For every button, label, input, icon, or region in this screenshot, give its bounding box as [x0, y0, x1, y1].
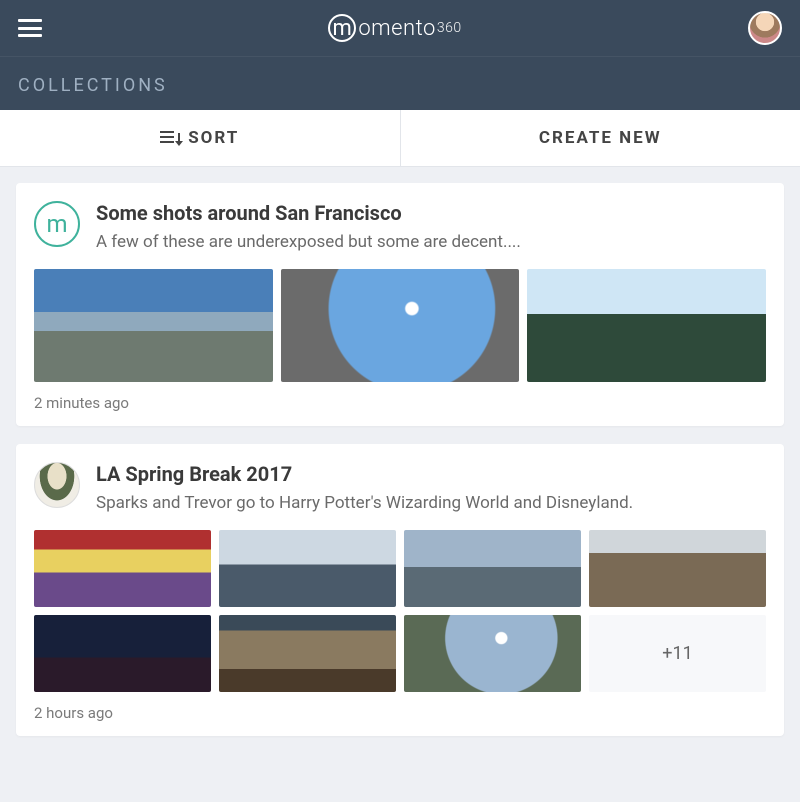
thumbnail[interactable]: [34, 615, 211, 692]
thumbnail[interactable]: [281, 269, 520, 383]
collection-timestamp: 2 minutes ago: [34, 394, 766, 412]
thumbnail[interactable]: [219, 615, 396, 692]
collection-title: Some shots around San Francisco: [96, 201, 521, 225]
more-thumbnails-tile[interactable]: +11: [589, 615, 766, 692]
create-new-label: CREATE NEW: [539, 128, 662, 148]
thumbnail[interactable]: [527, 269, 766, 383]
collections-list: m Some shots around San Francisco A few of…: [0, 167, 800, 752]
action-bar: SORT CREATE NEW: [0, 110, 800, 167]
user-avatar[interactable]: [748, 11, 782, 45]
app-logo[interactable]: momento360: [328, 14, 461, 42]
sort-button[interactable]: SORT: [0, 110, 400, 166]
sub-header: COLLECTIONS: [0, 56, 800, 110]
sort-icon: [160, 131, 178, 145]
collection-title: LA Spring Break 2017: [96, 462, 633, 486]
collection-card[interactable]: LA Spring Break 2017 Sparks and Trevor go…: [16, 444, 784, 736]
thumbnail[interactable]: [404, 615, 581, 692]
page-title: COLLECTIONS: [18, 75, 782, 96]
menu-icon[interactable]: [18, 19, 42, 37]
thumbnail[interactable]: [219, 530, 396, 607]
thumbnail[interactable]: [34, 269, 273, 383]
collection-avatar[interactable]: [34, 462, 80, 508]
collection-meta: Some shots around San Francisco A few of …: [96, 201, 521, 255]
logo-text-suffix: 360: [437, 20, 462, 36]
collection-meta: LA Spring Break 2017 Sparks and Trevor go…: [96, 462, 633, 516]
thumbnail-grid: +11: [34, 530, 766, 692]
top-bar: momento360: [0, 0, 800, 56]
collection-card[interactable]: m Some shots around San Francisco A few of…: [16, 183, 784, 426]
thumbnail[interactable]: [404, 530, 581, 607]
thumbnail[interactable]: [589, 530, 766, 607]
collection-description: Sparks and Trevor go to Harry Potter's W…: [96, 492, 633, 516]
sort-label: SORT: [188, 128, 239, 148]
create-new-button[interactable]: CREATE NEW: [400, 110, 800, 166]
collection-header: m Some shots around San Francisco A few of…: [34, 201, 766, 255]
collection-avatar[interactable]: m: [34, 201, 80, 247]
collection-timestamp: 2 hours ago: [34, 704, 766, 722]
collection-header: LA Spring Break 2017 Sparks and Trevor go…: [34, 462, 766, 516]
logo-text-main: omento: [358, 16, 436, 41]
logo-mark-letter: m: [332, 16, 352, 41]
collection-description: A few of these are underexposed but some…: [96, 231, 521, 255]
thumbnail-grid: [34, 269, 766, 383]
thumbnail[interactable]: [34, 530, 211, 607]
logo-mark-icon: m: [328, 14, 356, 42]
